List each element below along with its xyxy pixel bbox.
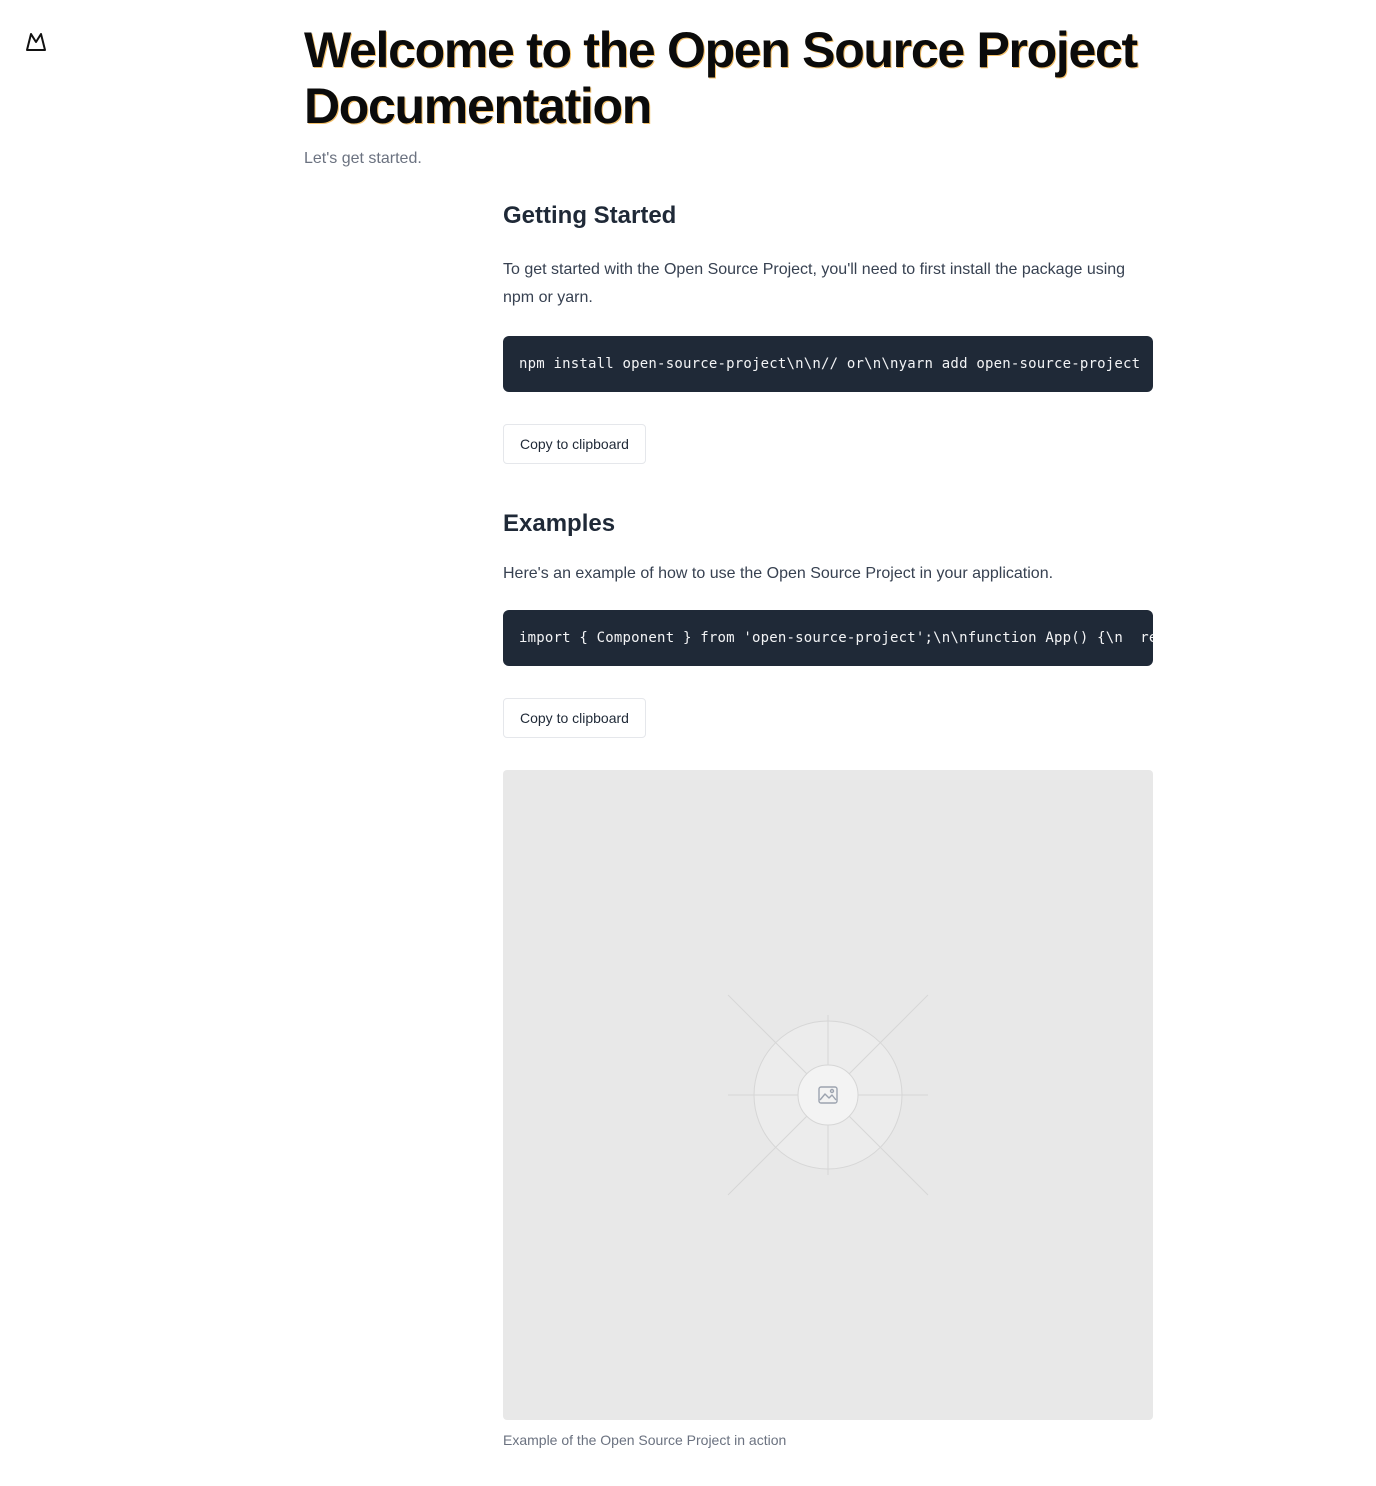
page-title: Welcome to the Open Source Project Docum…	[304, 22, 1138, 134]
main-content: Getting Started To get started with the …	[503, 198, 1153, 1448]
mountain-logo-icon[interactable]	[24, 30, 48, 52]
section-text-examples: Here's an example of how to use the Open…	[503, 565, 1054, 582]
code-block-example[interactable]: import { Component } from 'open-source-p…	[503, 610, 1153, 666]
copy-to-clipboard-button-install[interactable]: Copy to clipboard	[503, 424, 646, 464]
page-subtitle: Let's get started.	[304, 150, 422, 167]
code-text-install: npm install open-source-project\n\n// or…	[519, 356, 1141, 372]
copy-to-clipboard-button-example[interactable]: Copy to clipboard	[503, 698, 646, 738]
hero: Welcome to the Open Source Project Docum…	[304, 22, 1204, 168]
section-text-getting-started: To get started with the Open Source Proj…	[503, 261, 1126, 306]
code-block-install[interactable]: npm install open-source-project\n\n// or…	[503, 336, 1153, 392]
section-title-getting-started: Getting Started	[503, 202, 677, 229]
code-text-example: import { Component } from 'open-source-p…	[519, 630, 1153, 646]
section-title-examples: Examples	[503, 510, 616, 537]
image-placeholder-graphic	[727, 994, 929, 1196]
example-image	[503, 770, 1153, 1420]
image-caption: Example of the Open Source Project in ac…	[503, 1432, 787, 1448]
